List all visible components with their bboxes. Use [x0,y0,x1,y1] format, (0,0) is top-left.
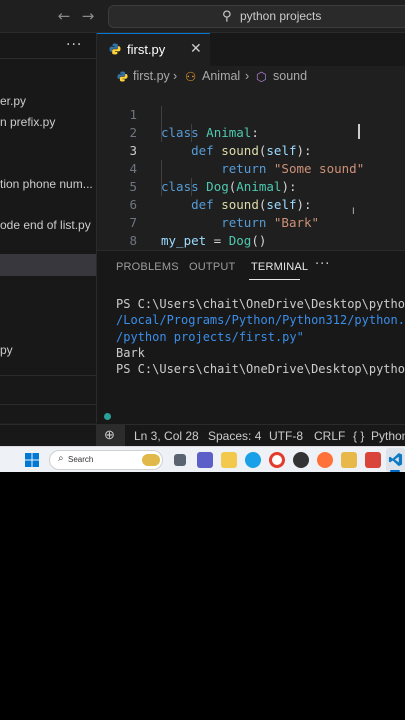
sidebar-more-icon[interactable]: ··· [66,37,82,53]
code-line: 8 print(my_pet.sound()) [97,214,405,266]
code-line: 1 class Animal: [97,88,405,140]
search-icon: ⌕ [58,453,64,464]
breadcrumb: first.py › ⚇ Animal › ⬡ sound [97,66,405,88]
terminal-line: PS C:\Users\chait\OneDrive\Desktop\pytho… [116,362,405,376]
python-file-icon [109,43,121,55]
close-icon[interactable]: ✕ [190,41,202,57]
terminal-status-dot-icon [104,413,111,420]
zoom-icon: ⊕ [104,427,115,442]
line-number: 8 [129,233,137,248]
file-item[interactable]: tion phone num... [0,174,96,194]
command-center-search[interactable]: ⚲ python projects [108,5,405,28]
text-cursor [358,124,360,139]
chevron-right-icon: › [173,69,178,83]
windows-taskbar: ⌕ Search [0,446,405,472]
panel-more-icon[interactable]: ··· [315,257,330,272]
edge-icon[interactable] [245,452,261,468]
search-highlight-icon [142,454,160,466]
sidebar-divider [0,375,96,376]
file-item[interactable]: n prefix.py [0,112,96,132]
breadcrumb-method[interactable]: sound [273,69,307,83]
back-arrow-icon[interactable]: ← [55,6,73,26]
file-explorer-icon[interactable] [221,452,237,468]
code-line: 4 class Dog(Animal): [97,142,405,194]
encoding[interactable]: UTF-8 [269,429,303,443]
tab-first-py[interactable]: first.py ✕ [97,33,210,66]
explorer-sidebar: ··· er.py n prefix.py tion phone num... … [0,33,97,423]
indentation[interactable]: Spaces: 4 [208,429,261,443]
app-icon[interactable] [293,452,309,468]
file-item[interactable]: ode end of list.py [0,215,96,235]
breadcrumb-file[interactable]: first.py [133,69,170,83]
code-line: 7 my_pet = Dog() [97,196,405,248]
chrome-icon[interactable] [269,452,285,468]
braces-icon[interactable]: { } [353,429,364,443]
python-file-icon [117,71,128,82]
mouse-ibeam-cursor: I [352,207,355,217]
black-letterbox [0,472,405,720]
file-item[interactable]: er.py [0,91,96,111]
code-line: 5 def sound(self): [97,160,405,212]
code-text: my_pet = Dog() [161,233,267,248]
vscode-icon [388,452,403,467]
tab-output[interactable]: OUTPUT [189,261,235,273]
sidebar-divider [0,404,96,405]
chevron-right-icon: › [245,69,250,83]
tab-terminal[interactable]: TERMINAL [251,261,308,273]
teams-icon[interactable] [197,452,213,468]
file-item[interactable]: py [0,340,96,360]
method-symbol-icon: ⬡ [256,70,267,84]
breadcrumb-class[interactable]: Animal [202,69,240,83]
search-icon: ⚲ [222,9,232,24]
line-ending[interactable]: CRLF [314,429,345,443]
firefox-icon[interactable] [317,452,333,468]
tab-problems[interactable]: PROBLEMS [116,261,179,273]
terminal-line: PS C:\Users\chait\OneDrive\Desktop\pytho… [116,297,405,311]
sidebar-divider [0,58,96,59]
office-icon[interactable] [365,452,381,468]
taskbar-search-box[interactable]: ⌕ Search [49,450,163,470]
language-mode[interactable]: Python [371,429,405,443]
terminal-line: Bark [116,346,145,360]
bottom-panel: PROBLEMS OUTPUT TERMINAL ··· PS C:\Users… [97,250,405,424]
code-line: 6 return "Bark" [97,178,405,230]
editor-tab-bar: first.py ✕ [97,33,405,66]
task-view-icon[interactable] [174,454,186,466]
code-line: 2 def sound(self): [97,106,405,158]
remote-button[interactable]: ⊕ [96,425,125,447]
cursor-position[interactable]: Ln 3, Col 28 [134,429,199,443]
vscode-window: ← → ⚲ python projects ··· er.py n prefix… [0,0,405,472]
terminal-line: /python projects/first.py" [116,330,304,344]
taskbar-search-placeholder: Search [68,455,94,464]
search-text: python projects [240,9,322,23]
windows-start-icon[interactable] [25,453,39,467]
class-symbol-icon: ⚇ [185,70,197,84]
code-editor[interactable]: 1 class Animal: 2 def sound(self): 3 ret… [97,88,405,266]
forward-arrow-icon[interactable]: → [79,6,97,26]
folder-icon[interactable] [341,452,357,468]
title-bar: ← → ⚲ python projects [0,0,405,33]
tab-label: first.py [127,42,166,57]
terminal-line: /Local/Programs/Python/Python312/python.… [116,313,405,327]
status-bar: ⊕ Ln 3, Col 28 Spaces: 4 UTF-8 CRLF { } … [0,424,405,447]
active-tab-indicator [249,279,300,280]
file-item-selected[interactable] [0,254,96,276]
